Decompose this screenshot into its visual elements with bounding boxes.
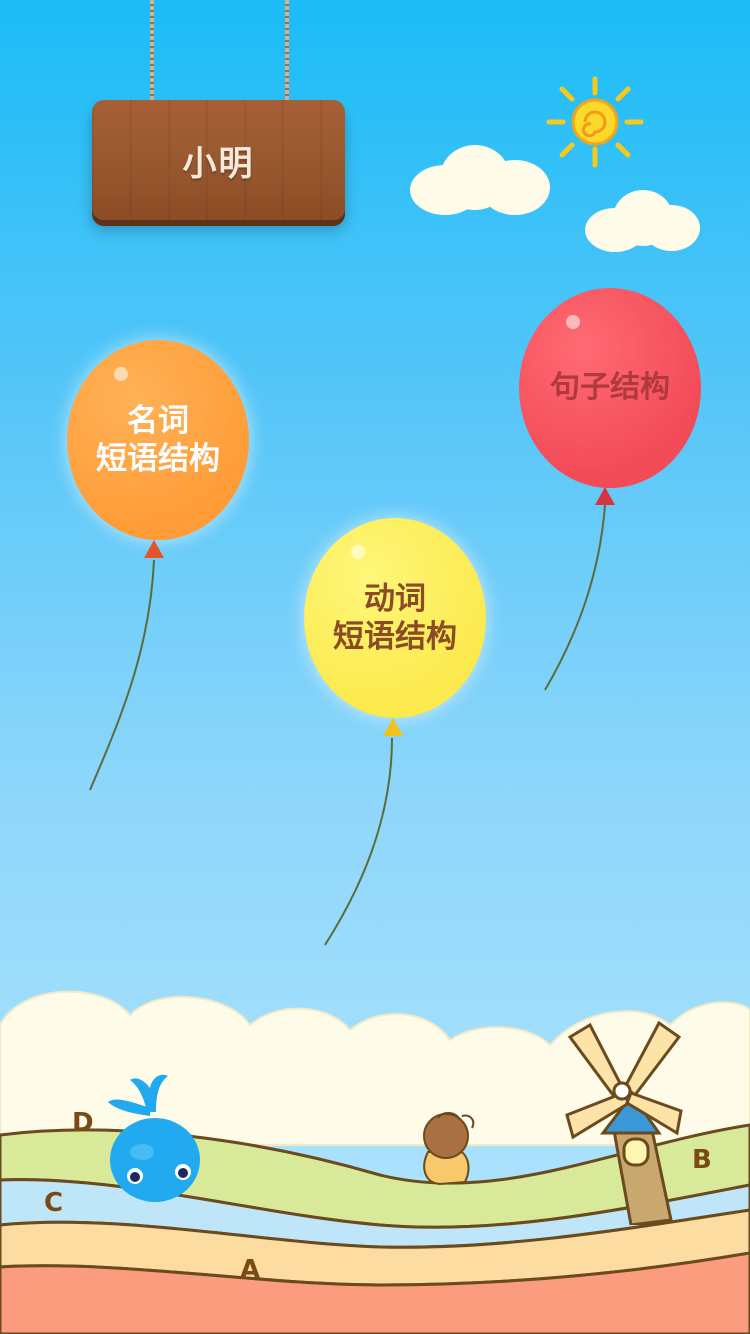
balloon-label-line: 短语结构 — [96, 441, 220, 477]
letter-a: A — [240, 1255, 261, 1285]
balloon-label-line: 句子结构 — [550, 370, 670, 405]
balloon-knot — [144, 540, 164, 558]
windmill-icon — [565, 1020, 683, 1225]
balloon-knot — [383, 718, 403, 736]
balloon-label-line: 动词 — [364, 581, 426, 617]
letter-c: C — [44, 1188, 64, 1218]
balloon-verb-phrase[interactable]: 动词 短语结构 — [304, 518, 486, 718]
letter-d: D — [72, 1108, 94, 1138]
balloon-sentence-structure[interactable]: 句子结构 — [519, 288, 701, 488]
game-scene: 小明 名词 短语结构 动词 短语结构 句子结构 D C A B — [0, 0, 750, 1334]
balloon-label-line: 短语结构 — [333, 619, 457, 655]
whale-mascot-icon — [108, 1074, 200, 1202]
balloon-noun-phrase[interactable]: 名词 短语结构 — [67, 340, 249, 540]
balloon-knot — [595, 487, 615, 505]
balloon-label-line: 名词 — [127, 403, 189, 439]
child-figure-icon — [423, 1112, 475, 1186]
letter-b: B — [692, 1145, 712, 1175]
